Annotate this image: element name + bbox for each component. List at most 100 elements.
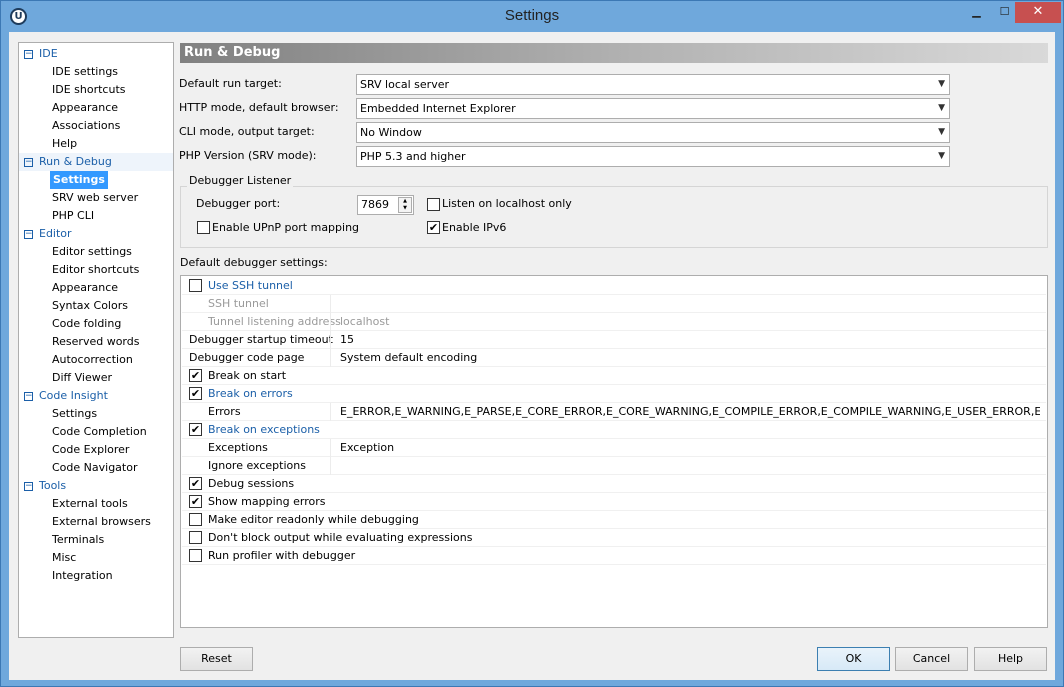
tree-item[interactable]: Code Completion <box>19 423 173 441</box>
help-button[interactable]: Help <box>974 647 1047 671</box>
tree-item[interactable]: IDE settings <box>19 63 173 81</box>
tree-category-row[interactable]: − Code Insight <box>19 387 173 405</box>
default-run-target-select[interactable]: SRV local server ▼ <box>356 74 950 95</box>
collapse-icon[interactable]: − <box>24 158 33 167</box>
grid-row[interactable]: Debugger startup timeout 15 <box>182 331 1046 349</box>
tree-item[interactable]: External browsers <box>19 513 173 531</box>
grid-row-checkbox[interactable] <box>189 279 202 292</box>
grid-row-value[interactable]: E_ERROR,E_WARNING,E_PARSE,E_CORE_ERROR,E… <box>340 403 1040 421</box>
debugger-settings-grid[interactable]: Use SSH tunnel SSH tunnel Tunnel listening… <box>180 275 1048 628</box>
grid-row[interactable]: Errors E_ERROR,E_WARNING,E_PARSE,E_CORE_E… <box>182 403 1046 421</box>
tree-item[interactable]: SRV web server <box>19 189 173 207</box>
grid-row-label: Use SSH tunnel <box>208 279 293 292</box>
grid-column-divider <box>330 331 331 349</box>
tree-category-row[interactable]: − Editor <box>19 225 173 243</box>
upnp-checkbox[interactable] <box>197 221 210 234</box>
grid-row-label: Make editor readonly while debugging <box>208 513 419 526</box>
tree-item[interactable]: Editor shortcuts <box>19 261 173 279</box>
grid-row[interactable]: ✔ Break on start <box>182 367 1046 385</box>
tree-item[interactable]: Associations <box>19 117 173 135</box>
tree-item[interactable]: Diff Viewer <box>19 369 173 387</box>
grid-row[interactable]: SSH tunnel <box>182 295 1046 313</box>
grid-row-label: Don't block output while evaluating expr… <box>208 531 473 544</box>
tree-item[interactable]: Syntax Colors <box>19 297 173 315</box>
grid-row-checkbox[interactable] <box>189 531 202 544</box>
grid-row[interactable]: Run profiler with debugger <box>182 547 1046 565</box>
collapse-icon[interactable]: − <box>24 392 33 401</box>
tree-category-row[interactable]: − Run & Debug <box>19 153 173 171</box>
settings-tree[interactable]: − IDE IDE settings IDE shortcuts Appearance A… <box>18 42 174 638</box>
tree-item-label: Appearance <box>52 101 119 114</box>
tree-item[interactable]: External tools <box>19 495 173 513</box>
grid-row[interactable]: ✔ Break on errors <box>182 385 1046 403</box>
grid-row[interactable]: Exceptions Exception <box>182 439 1046 457</box>
php-version-label: PHP Version (SRV mode): <box>179 149 317 162</box>
grid-row[interactable]: Use SSH tunnel <box>182 277 1046 295</box>
maximize-button[interactable]: ☐ <box>991 2 1018 23</box>
grid-row-checkbox[interactable]: ✔ <box>189 495 202 508</box>
minimize-button[interactable]: ▁ <box>963 2 990 23</box>
tree-item[interactable]: Terminals <box>19 531 173 549</box>
cli-mode-label: CLI mode, output target: <box>179 125 315 138</box>
grid-row[interactable]: ✔ Show mapping errors <box>182 493 1046 511</box>
tree-item[interactable]: Reserved words <box>19 333 173 351</box>
tree-item-label: Terminals <box>52 533 105 546</box>
grid-row-checkbox[interactable]: ✔ <box>189 423 202 436</box>
tree-item[interactable]: Appearance <box>19 99 173 117</box>
tree-item[interactable]: Integration <box>19 567 173 585</box>
tree-item-label: PHP CLI <box>52 209 95 222</box>
cli-mode-select[interactable]: No Window ▼ <box>356 122 950 143</box>
tree-item[interactable]: IDE shortcuts <box>19 81 173 99</box>
grid-row[interactable]: Don't block output while evaluating expr… <box>182 529 1046 547</box>
grid-row-checkbox[interactable]: ✔ <box>189 369 202 382</box>
grid-row[interactable]: Make editor readonly while debugging <box>182 511 1046 529</box>
grid-row-value[interactable]: localhost <box>340 313 1040 331</box>
tree-item[interactable]: Code folding <box>19 315 173 333</box>
php-version-select[interactable]: PHP 5.3 and higher ▼ <box>356 146 950 167</box>
tree-item[interactable]: PHP CLI <box>19 207 173 225</box>
tree-item[interactable]: Misc <box>19 549 173 567</box>
tree-item[interactable]: Help <box>19 135 173 153</box>
ipv6-checkbox[interactable]: ✔ <box>427 221 440 234</box>
grid-row-checkbox[interactable] <box>189 549 202 562</box>
reset-button[interactable]: Reset <box>180 647 253 671</box>
tree-item[interactable]: Autocorrection <box>19 351 173 369</box>
tree-item-label: Help <box>52 137 78 150</box>
collapse-icon[interactable]: − <box>24 50 33 59</box>
grid-row-checkbox[interactable]: ✔ <box>189 387 202 400</box>
grid-row[interactable]: Debugger code page System default encodin… <box>182 349 1046 367</box>
debugger-port-label: Debugger port: <box>196 197 281 210</box>
tree-item-label: Autocorrection <box>52 353 133 366</box>
debugger-port-input[interactable]: 7869 ▲ ▼ <box>357 195 414 215</box>
grid-row[interactable]: ✔ Break on exceptions <box>182 421 1046 439</box>
http-mode-select[interactable]: Embedded Internet Explorer ▼ <box>356 98 950 119</box>
grid-row-checkbox[interactable]: ✔ <box>189 477 202 490</box>
cancel-button[interactable]: Cancel <box>895 647 968 671</box>
tree-item[interactable]: Code Explorer <box>19 441 173 459</box>
listen-localhost-checkbox[interactable] <box>427 198 440 211</box>
grid-row[interactable]: Tunnel listening address localhost <box>182 313 1046 331</box>
tree-item-label: Editor settings <box>52 245 132 258</box>
chevron-down-icon: ▼ <box>938 103 945 113</box>
collapse-icon[interactable]: − <box>24 230 33 239</box>
tree-item[interactable]: Editor settings <box>19 243 173 261</box>
collapse-icon[interactable]: − <box>24 482 33 491</box>
spin-arrows-icon[interactable]: ▲ ▼ <box>398 197 412 213</box>
tree-item[interactable]: Settings <box>19 405 173 423</box>
grid-row[interactable]: Ignore exceptions <box>182 457 1046 475</box>
tree-item[interactable]: Settings <box>19 171 173 189</box>
php-version-value: PHP 5.3 and higher <box>360 150 466 163</box>
tree-category-row[interactable]: − IDE <box>19 45 173 63</box>
grid-row-checkbox[interactable] <box>189 513 202 526</box>
grid-row-label: Break on exceptions <box>208 423 320 436</box>
close-button[interactable]: ✕ <box>1015 2 1061 23</box>
grid-row[interactable]: ✔ Debug sessions <box>182 475 1046 493</box>
grid-row-value[interactable]: 15 <box>340 331 1040 349</box>
grid-row-value[interactable]: Exception <box>340 439 1040 457</box>
ok-button[interactable]: OK <box>817 647 890 671</box>
tree-category-row[interactable]: − Tools <box>19 477 173 495</box>
grid-row-value[interactable]: System default encoding <box>340 349 1040 367</box>
tree-item[interactable]: Appearance <box>19 279 173 297</box>
tree-item[interactable]: Code Navigator <box>19 459 173 477</box>
title-bar[interactable]: U Settings ▁ ☐ ✕ <box>1 1 1063 32</box>
